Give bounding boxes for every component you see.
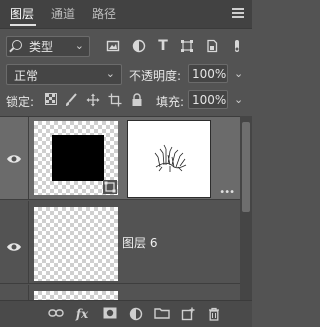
- opacity-field[interactable]: 100%: [188, 64, 228, 83]
- layer-mask-thumbnail[interactable]: [128, 121, 210, 197]
- tab-channels[interactable]: 通道: [51, 0, 75, 28]
- new-layer-icon[interactable]: [180, 307, 196, 321]
- panel-menu-icon[interactable]: [232, 8, 244, 18]
- lock-row: 锁定: 填充: 100% ⌄: [0, 90, 252, 114]
- chevron-down-icon: ⌄: [74, 39, 84, 52]
- layers-list: ••• 图层 6: [0, 116, 252, 301]
- layer-style-fx-button[interactable]: fx: [74, 307, 90, 321]
- new-group-icon[interactable]: [154, 307, 170, 321]
- scrollbar-thumb[interactable]: [242, 122, 250, 212]
- blend-mode-select[interactable]: 正常 ⌄: [6, 64, 122, 85]
- lock-image-pixels-icon[interactable]: [64, 93, 78, 107]
- layer-row[interactable]: [0, 285, 240, 301]
- type-filter-icon[interactable]: T: [156, 39, 170, 53]
- lock-transparent-pixels-icon[interactable]: [44, 93, 58, 107]
- eye-icon[interactable]: [6, 153, 22, 163]
- link-layers-icon[interactable]: [48, 307, 64, 321]
- filter-kind-label: 类型: [29, 40, 54, 54]
- fill-label: 填充:: [156, 95, 185, 109]
- tab-paths[interactable]: 路径: [92, 0, 116, 28]
- bottom-toolbar: fx: [0, 300, 252, 327]
- layer-thumbnail: [34, 121, 118, 195]
- shape-filter-icon[interactable]: [180, 39, 194, 53]
- lock-all-icon[interactable]: [130, 93, 144, 107]
- search-icon: [12, 40, 22, 50]
- adjustment-filter-icon[interactable]: [132, 39, 146, 53]
- image-filter-icon[interactable]: [106, 39, 120, 53]
- filter-kind-select[interactable]: 类型 ⌄: [6, 36, 90, 57]
- add-mask-icon[interactable]: [102, 307, 118, 321]
- more-options-icon[interactable]: •••: [219, 187, 235, 198]
- blend-mode-label: 正常: [14, 69, 39, 83]
- layers-scrollbar[interactable]: [240, 116, 252, 300]
- chevron-down-icon[interactable]: ⌄: [234, 93, 243, 106]
- mask-branch-drawing: [154, 144, 187, 172]
- chevron-down-icon: ⌄: [105, 67, 115, 80]
- adjustment-layer-icon[interactable]: [128, 307, 144, 321]
- transform-icon: [103, 180, 117, 194]
- visibility-column: [0, 285, 29, 301]
- fill-field[interactable]: 100%: [188, 90, 228, 109]
- lock-position-icon[interactable]: [86, 93, 100, 107]
- layers-panel: 图层 通道 路径 类型 ⌄ T 正常 ⌄ 不透明度: 100% ⌄ 锁定: 填充…: [0, 0, 252, 327]
- delete-layer-icon[interactable]: [206, 307, 222, 321]
- blend-row: 正常 ⌄ 不透明度: 100% ⌄: [0, 62, 252, 88]
- opacity-label: 不透明度:: [129, 69, 182, 83]
- layer-filter-row: 类型 ⌄ T: [0, 30, 252, 60]
- lock-artboard-icon[interactable]: [108, 93, 122, 107]
- smart-object-filter-icon[interactable]: [205, 39, 219, 53]
- layer-thumbnail: [34, 207, 118, 281]
- lock-label: 锁定:: [6, 95, 35, 109]
- panel-tabs: 图层 通道 路径: [0, 0, 252, 29]
- chevron-down-icon[interactable]: ⌄: [234, 67, 243, 80]
- black-rectangle-shape: [52, 135, 104, 181]
- filter-toggle-icon[interactable]: [230, 39, 244, 53]
- layer-row[interactable]: 图层 6: [0, 201, 240, 284]
- active-tab-indicator: [10, 24, 36, 26]
- layer-name[interactable]: 图层 6: [122, 233, 157, 253]
- eye-icon[interactable]: [6, 241, 22, 251]
- layer-row[interactable]: •••: [0, 117, 240, 200]
